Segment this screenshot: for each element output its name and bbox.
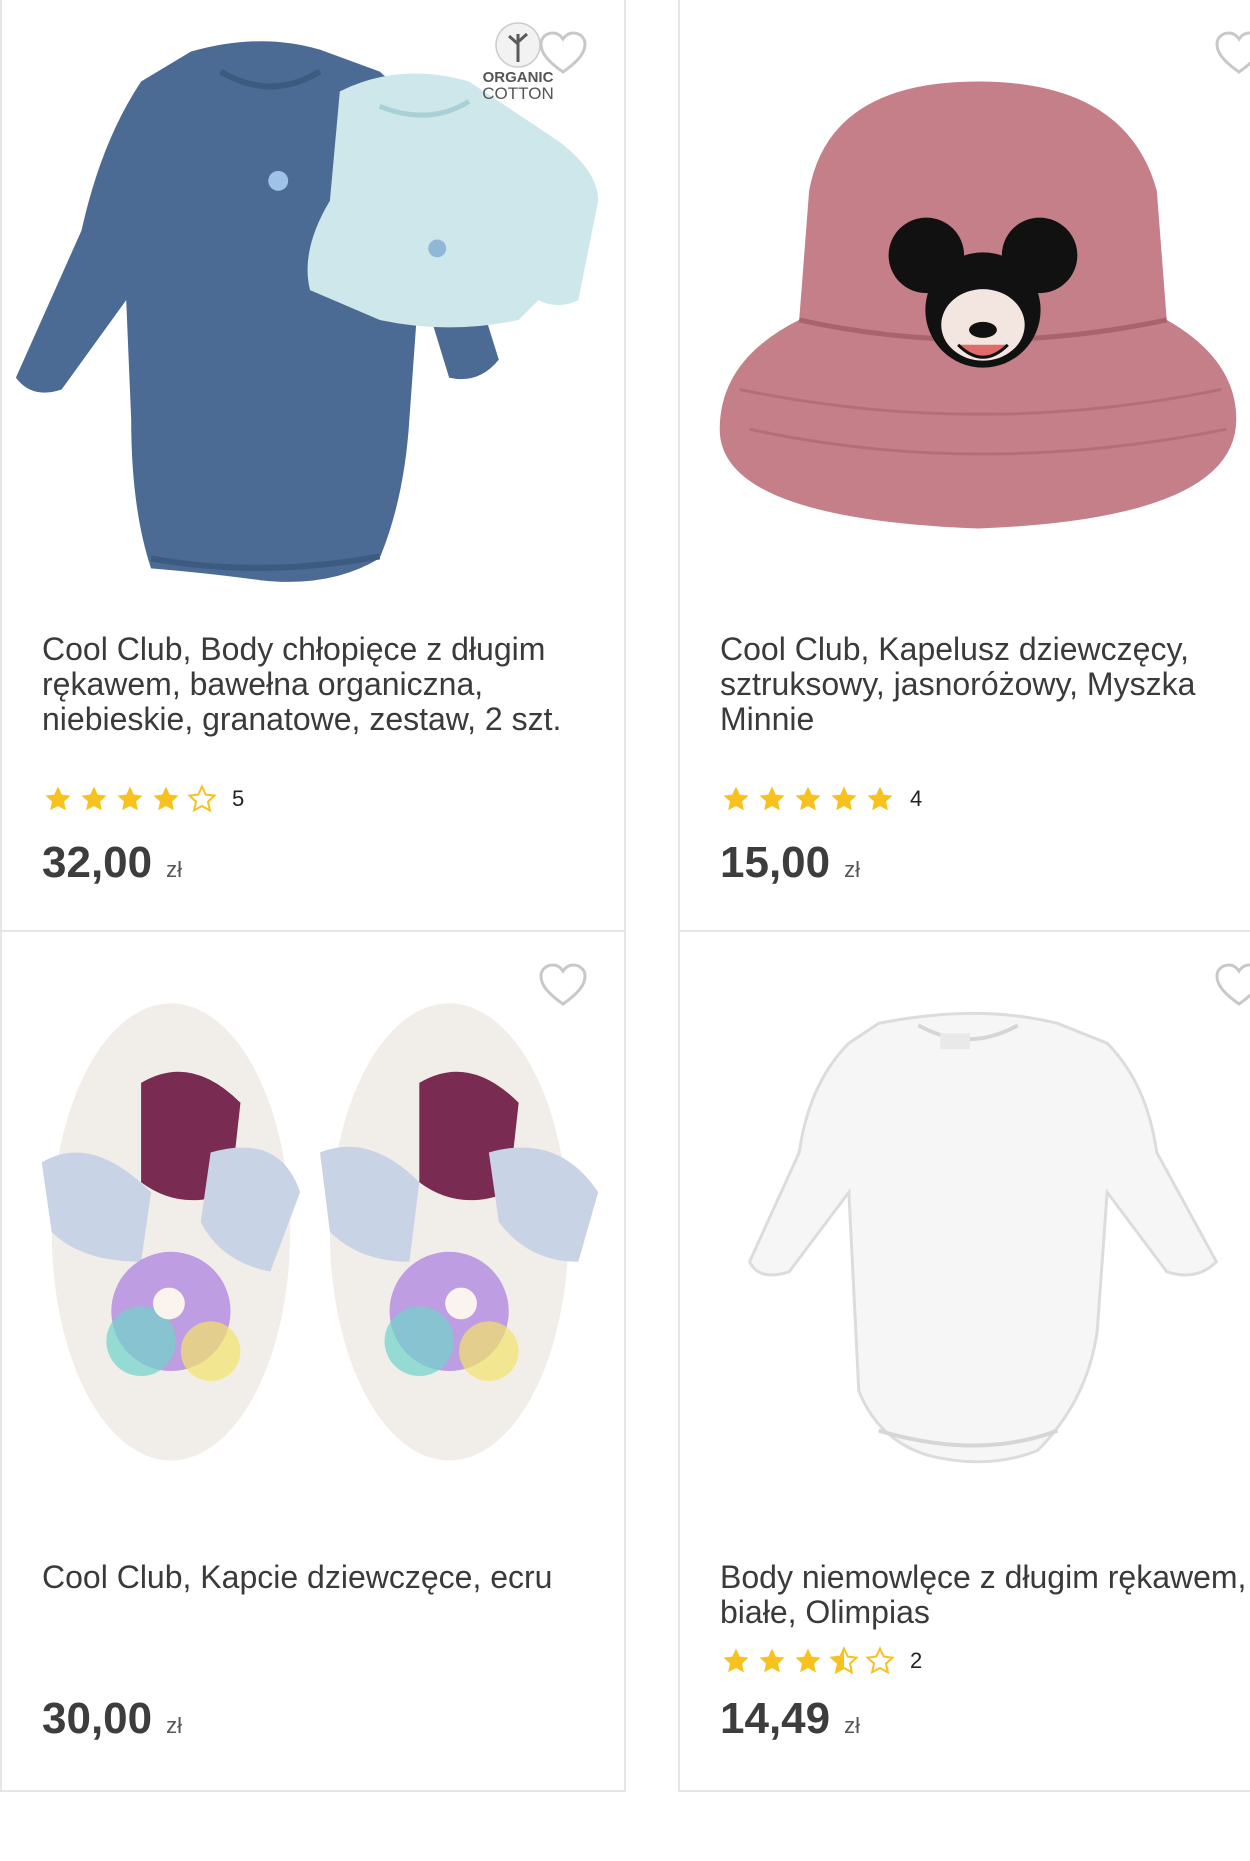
star-half-icon	[829, 1646, 859, 1675]
star-full-icon	[759, 786, 785, 811]
price-currency: zł	[844, 857, 860, 882]
product-card[interactable]: ORGANIC COTTON Cool Club, Body chłopięce…	[0, 0, 626, 932]
price-amount: 30,00	[42, 1694, 153, 1743]
rating-count: 2	[910, 1648, 923, 1673]
price-amount: 15,00	[720, 838, 831, 887]
favorite-heart-icon[interactable]	[538, 962, 588, 1008]
badge-line-2: COTTON	[482, 84, 554, 103]
price-currency: zł	[844, 1713, 860, 1738]
price: 32,00 zł	[42, 838, 182, 888]
product-image-slippers[interactable]	[2, 932, 624, 1512]
favorite-heart-icon[interactable]	[1214, 962, 1250, 1008]
product-title[interactable]: Cool Club, Kapelusz dziewczęcy, sztrukso…	[720, 632, 1250, 737]
rating-count: 4	[910, 786, 923, 811]
price-amount: 14,49	[720, 1694, 831, 1743]
rating-count: 5	[232, 786, 245, 811]
star-full-icon	[45, 786, 71, 811]
rating-stars: 5	[42, 784, 244, 814]
star-full-icon	[759, 1648, 785, 1673]
rating-stars: 2	[720, 1646, 922, 1676]
product-title[interactable]: Cool Club, Kapcie dziewczęce, ecru	[42, 1560, 582, 1595]
product-title[interactable]: Body niemowlęce z długim rękawem, białe,…	[720, 1560, 1250, 1630]
product-title[interactable]: Cool Club, Body chłopięce z długim rękaw…	[42, 632, 582, 737]
star-full-icon	[723, 1648, 749, 1673]
product-image-bucket-hat[interactable]	[680, 0, 1250, 620]
star-empty-icon	[865, 1646, 895, 1675]
star-full-icon	[117, 786, 143, 811]
product-grid: ORGANIC COTTON Cool Club, Body chłopięce…	[0, 0, 1250, 1861]
star-full-icon	[81, 786, 107, 811]
price-currency: zł	[166, 857, 182, 882]
favorite-heart-icon[interactable]	[1214, 30, 1250, 76]
price-amount: 32,00	[42, 838, 153, 887]
star-empty-icon	[187, 784, 217, 813]
star-full-icon	[723, 786, 749, 811]
product-card[interactable]: Body niemowlęce z długim rękawem, białe,…	[678, 930, 1250, 1792]
star-full-icon	[153, 786, 179, 811]
price: 14,49 zł	[720, 1694, 860, 1744]
rating-stars: 4	[720, 784, 922, 814]
star-full-icon	[795, 786, 821, 811]
price: 30,00 zł	[42, 1694, 182, 1744]
star-full-icon	[867, 786, 893, 811]
price-currency: zł	[166, 1713, 182, 1738]
tree-logo-icon	[495, 22, 541, 68]
product-image-white-bodysuit[interactable]	[680, 932, 1250, 1512]
star-full-icon	[795, 1648, 821, 1673]
favorite-heart-icon[interactable]	[538, 30, 588, 76]
product-card[interactable]: Cool Club, Kapelusz dziewczęcy, sztrukso…	[678, 0, 1250, 932]
price: 15,00 zł	[720, 838, 860, 888]
star-full-icon	[831, 786, 857, 811]
product-card[interactable]: Cool Club, Kapcie dziewczęce, ecru 30,00…	[0, 930, 626, 1792]
